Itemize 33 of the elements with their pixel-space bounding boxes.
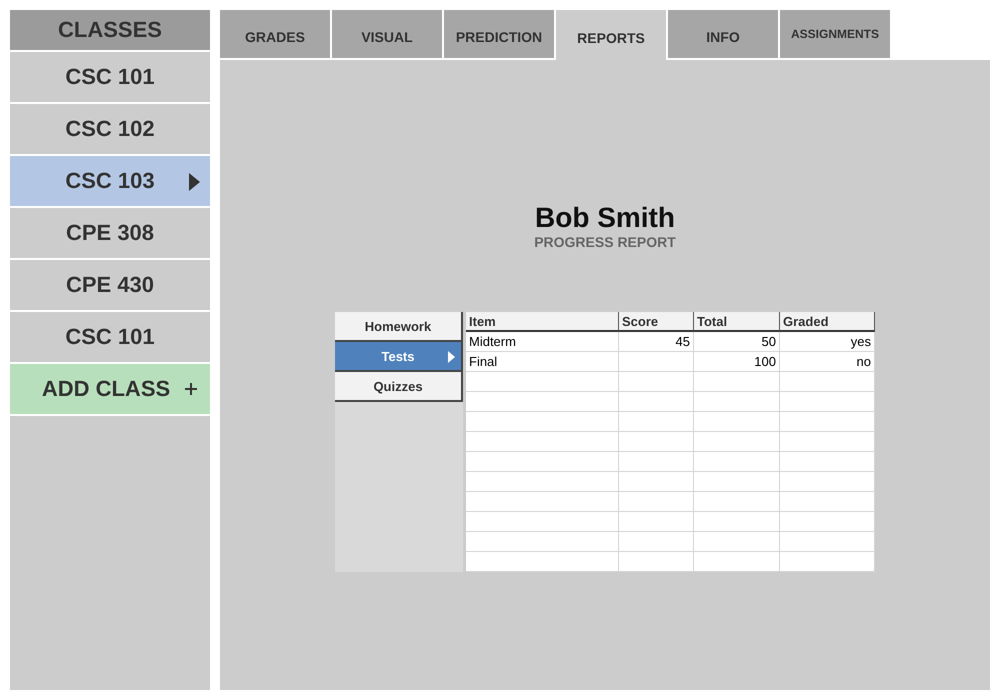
tab[interactable]: VISUAL	[332, 10, 442, 58]
tab[interactable]: ASSIGNMENTS	[780, 10, 890, 58]
tab[interactable]: GRADES	[220, 10, 330, 58]
table-cell: 100	[694, 352, 780, 372]
table-cell: Midterm	[466, 332, 619, 352]
student-name: Bob Smith	[535, 202, 675, 234]
arrow-icon	[189, 173, 200, 191]
category-tab[interactable]: Homework	[335, 312, 463, 342]
sidebar-item[interactable]: CSC 102	[10, 104, 210, 154]
sidebar-title: CLASSES	[10, 10, 210, 50]
sidebar-item[interactable]: CSC 101	[10, 52, 210, 102]
column-header: Graded	[780, 312, 875, 332]
column-header: Score	[619, 312, 694, 332]
report-subtitle: PROGRESS REPORT	[534, 234, 676, 250]
sidebar-item[interactable]: CPE 308	[10, 208, 210, 258]
sidebar-item[interactable]: CPE 430	[10, 260, 210, 310]
table-cell: Final	[466, 352, 619, 372]
plus-icon	[184, 382, 198, 396]
category-tab[interactable]: Quizzes	[335, 372, 463, 402]
table-cell: yes	[780, 332, 875, 352]
category-tab[interactable]: Tests	[335, 342, 463, 372]
table-cell: no	[780, 352, 875, 372]
column-header: Item	[466, 312, 619, 332]
sidebar-item[interactable]: CSC 103	[10, 156, 210, 206]
sidebar-item[interactable]: CSC 101	[10, 312, 210, 362]
tab[interactable]: PREDICTION	[444, 10, 554, 58]
table-cell: 50	[694, 332, 780, 352]
table-cell: 45	[619, 332, 694, 352]
tab[interactable]: REPORTS	[556, 10, 666, 60]
column-header: Total	[694, 312, 780, 332]
arrow-icon	[448, 351, 455, 363]
add-class-button[interactable]: ADD CLASS	[10, 364, 210, 414]
tab[interactable]: INFO	[668, 10, 778, 58]
